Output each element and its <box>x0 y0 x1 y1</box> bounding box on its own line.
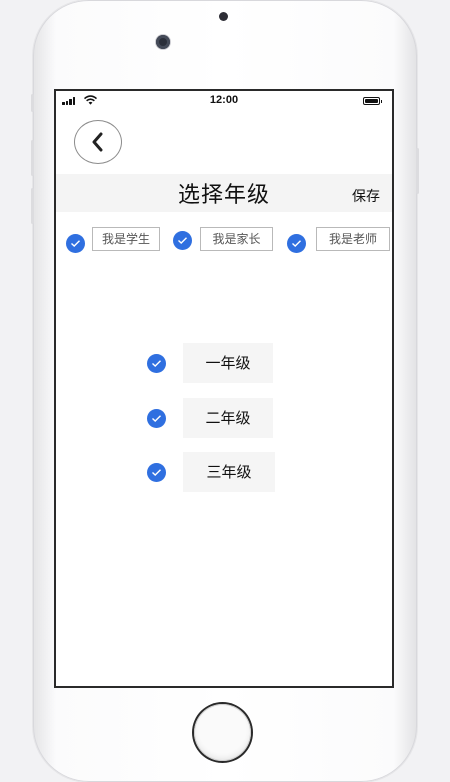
mute-switch <box>31 94 34 112</box>
status-bar: 12:00 <box>56 91 392 111</box>
back-button[interactable] <box>74 120 122 164</box>
grade-1-check[interactable] <box>147 354 166 373</box>
speaker <box>219 12 228 21</box>
volume-up-button <box>31 140 34 176</box>
check-icon <box>292 240 301 247</box>
header-bar: 选择年级 保存 <box>56 174 392 212</box>
power-button <box>416 148 419 194</box>
grade-option-3[interactable]: 三年级 <box>183 452 275 492</box>
grade-3-check[interactable] <box>147 463 166 482</box>
check-icon <box>152 360 161 367</box>
save-button[interactable]: 保存 <box>352 186 380 206</box>
battery-icon <box>363 97 382 105</box>
grade-option-1[interactable]: 一年级 <box>183 343 273 383</box>
home-button[interactable] <box>194 704 251 761</box>
role-student-check[interactable] <box>66 234 85 253</box>
check-icon <box>71 240 80 247</box>
volume-down-button <box>31 188 34 224</box>
role-option-student[interactable]: 我是学生 <box>92 227 160 251</box>
role-parent-check[interactable] <box>173 231 192 250</box>
front-camera <box>156 35 170 49</box>
check-icon <box>152 415 161 422</box>
chevron-left-icon <box>92 132 103 152</box>
grade-2-check[interactable] <box>147 409 166 428</box>
status-time: 12:00 <box>209 94 239 106</box>
page-title: 选择年级 <box>177 183 270 208</box>
grade-option-2[interactable]: 二年级 <box>183 398 273 438</box>
role-option-parent[interactable]: 我是家长 <box>200 227 273 251</box>
check-icon <box>178 237 187 244</box>
check-icon <box>152 469 161 476</box>
role-option-teacher[interactable]: 我是老师 <box>316 227 390 251</box>
role-teacher-check[interactable] <box>287 234 306 253</box>
phone-screen: 12:00 选择年级 保存 我是学生 我是家长 我是老师 一年级 二年级 三年级 <box>54 89 394 688</box>
